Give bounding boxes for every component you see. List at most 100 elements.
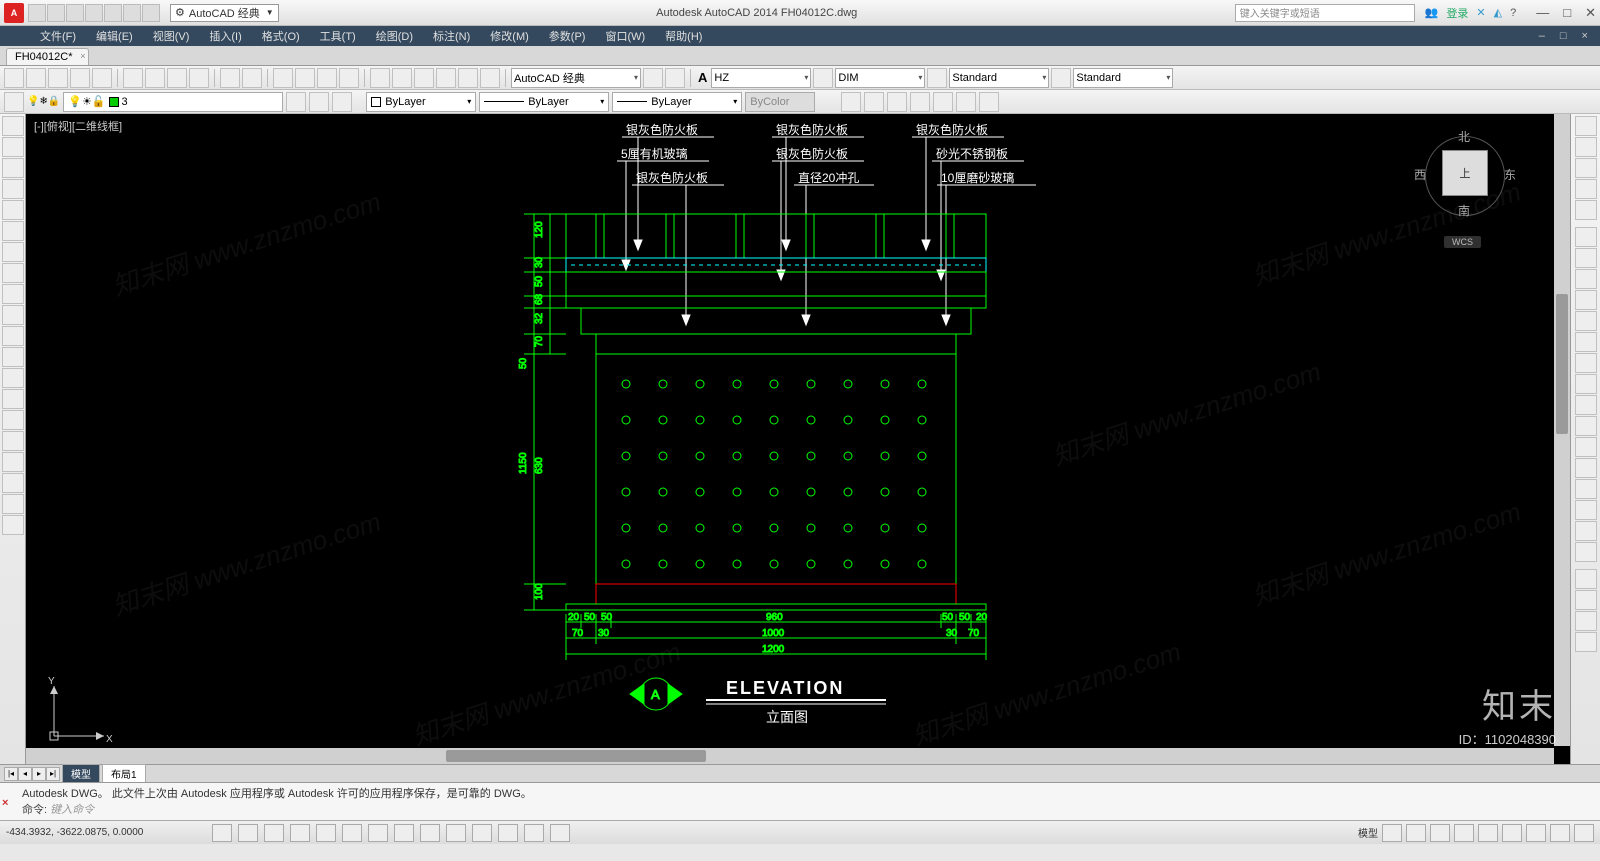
tool-hatch-icon[interactable]	[2, 410, 24, 430]
status-am-icon[interactable]	[550, 824, 570, 842]
view-tool-2-icon[interactable]	[864, 92, 884, 112]
nav-pan-icon[interactable]	[1575, 137, 1597, 157]
draworder-1-icon[interactable]	[1575, 569, 1597, 589]
mod-explode-icon[interactable]	[1575, 542, 1597, 562]
menu-file[interactable]: 文件(F)	[30, 28, 86, 44]
tool-insert-icon[interactable]	[2, 347, 24, 367]
command-line[interactable]: × Autodesk DWG。 此文件上次由 Autodesk 应用程序或 Au…	[0, 782, 1600, 820]
mleaderstyle-dropdown[interactable]: Standard▾	[1073, 68, 1173, 88]
view-tool-6-icon[interactable]	[956, 92, 976, 112]
tool-xline-icon[interactable]	[2, 137, 24, 157]
tab-layout1[interactable]: 布局1	[102, 764, 146, 783]
status-model-label[interactable]: 模型	[1358, 825, 1378, 840]
tab-nav-last-icon[interactable]: ▸|	[46, 767, 60, 781]
tool-circle-icon[interactable]	[2, 242, 24, 262]
tab-model[interactable]: 模型	[62, 764, 100, 783]
tool-rectangle-icon[interactable]	[2, 200, 24, 220]
mod-join-icon[interactable]	[1575, 479, 1597, 499]
dimstyle-dropdown[interactable]: DIM▾	[835, 68, 925, 88]
tab-nav-next-icon[interactable]: ▸	[32, 767, 46, 781]
menu-dimension[interactable]: 标注(N)	[423, 28, 480, 44]
window-minimize-button[interactable]: —	[1536, 5, 1549, 21]
mod-chamfer-icon[interactable]	[1575, 500, 1597, 520]
tool-sheetset-icon[interactable]	[436, 68, 456, 88]
tool-redo-icon[interactable]	[242, 68, 262, 88]
tool-ellipse-icon[interactable]	[2, 305, 24, 325]
tool-mtext-icon[interactable]	[2, 494, 24, 514]
tool-cut-icon[interactable]	[123, 68, 143, 88]
status-r5-icon[interactable]	[1502, 824, 1522, 842]
tool-addselected-icon[interactable]	[2, 515, 24, 535]
tool-zoom-icon[interactable]	[295, 68, 315, 88]
nav-fullnav-icon[interactable]	[1575, 116, 1597, 136]
qat-new-icon[interactable]	[28, 4, 46, 22]
tool-save-icon[interactable]	[48, 68, 68, 88]
status-r1-icon[interactable]	[1382, 824, 1402, 842]
document-tab[interactable]: FH04012C* ×	[6, 48, 89, 65]
ucs-icon[interactable]: X Y	[44, 676, 114, 746]
qat-save-icon[interactable]	[66, 4, 84, 22]
tab-nav-first-icon[interactable]: |◂	[4, 767, 18, 781]
tool-polygon-icon[interactable]	[2, 179, 24, 199]
status-3dosnap-icon[interactable]	[342, 824, 362, 842]
view-tool-4-icon[interactable]	[910, 92, 930, 112]
nav-orbit-icon[interactable]	[1575, 179, 1597, 199]
menu-draw[interactable]: 绘图(D)	[366, 28, 423, 44]
signin-button[interactable]: 登录	[1446, 5, 1468, 21]
viewcube-wcs[interactable]: WCS	[1444, 236, 1481, 248]
lineweight-dropdown[interactable]: ByLayer▾	[612, 92, 742, 112]
qat-open-icon[interactable]	[47, 4, 65, 22]
viewcube[interactable]: 北 南 西 东 上 WCS	[1410, 124, 1520, 254]
menu-insert[interactable]: 插入(I)	[199, 28, 251, 44]
nav-zoomext-icon[interactable]	[1575, 158, 1597, 178]
tool-spline-icon[interactable]	[2, 284, 24, 304]
status-dyn-icon[interactable]	[420, 824, 440, 842]
mod-trim-icon[interactable]	[1575, 416, 1597, 436]
view-tool-1-icon[interactable]	[841, 92, 861, 112]
status-sc-icon[interactable]	[524, 824, 544, 842]
tool-ws-save-icon[interactable]	[665, 68, 685, 88]
tool-markup-icon[interactable]	[458, 68, 478, 88]
layer-prev-icon[interactable]	[286, 92, 306, 112]
menu-window[interactable]: 窗口(W)	[595, 28, 655, 44]
tool-line-icon[interactable]	[2, 116, 24, 136]
status-cleanscreen-icon[interactable]	[1574, 824, 1594, 842]
tablestyle-dropdown[interactable]: Standard▾	[949, 68, 1049, 88]
menu-format[interactable]: 格式(O)	[252, 28, 310, 44]
mod-offset-icon[interactable]	[1575, 290, 1597, 310]
mod-break-icon[interactable]	[1575, 458, 1597, 478]
status-lwt-icon[interactable]	[446, 824, 466, 842]
nav-showmotion-icon[interactable]	[1575, 200, 1597, 220]
tool-zoomprev-icon[interactable]	[339, 68, 359, 88]
tab-nav-prev-icon[interactable]: ◂	[18, 767, 32, 781]
workspace-dropdown[interactable]: AutoCAD 经典▾	[511, 68, 641, 88]
layer-dropdown[interactable]: 💡☀🔓3	[63, 92, 283, 112]
status-snap-icon[interactable]	[212, 824, 232, 842]
draworder-4-icon[interactable]	[1575, 632, 1597, 652]
menu-modify[interactable]: 修改(M)	[480, 28, 539, 44]
tool-dcenter-icon[interactable]	[392, 68, 412, 88]
status-r4-icon[interactable]	[1478, 824, 1498, 842]
status-coords[interactable]: -434.3932, -3622.0875, 0.0000	[6, 827, 206, 838]
status-tpy-icon[interactable]	[472, 824, 492, 842]
tool-new-icon[interactable]	[4, 68, 24, 88]
help-icon[interactable]: ?	[1510, 7, 1516, 19]
tool-undo-icon[interactable]	[220, 68, 240, 88]
viewcube-east[interactable]: 东	[1504, 166, 1516, 183]
tool-toolpal-icon[interactable]	[414, 68, 434, 88]
view-tool-5-icon[interactable]	[933, 92, 953, 112]
mod-move-icon[interactable]	[1575, 332, 1597, 352]
layer-iso-icon[interactable]	[332, 92, 352, 112]
workspace-selector[interactable]: ⚙ AutoCAD 经典 ▼	[170, 4, 279, 22]
tool-ellipsearc-icon[interactable]	[2, 326, 24, 346]
mod-scale-icon[interactable]	[1575, 374, 1597, 394]
viewcube-west[interactable]: 西	[1414, 166, 1426, 183]
a360-icon[interactable]: 👥	[1425, 6, 1439, 19]
tool-point-icon[interactable]	[2, 389, 24, 409]
tool-gradient-icon[interactable]	[2, 431, 24, 451]
menu-edit[interactable]: 编辑(E)	[86, 28, 143, 44]
mod-copy-icon[interactable]	[1575, 248, 1597, 268]
view-tool-7-icon[interactable]	[979, 92, 999, 112]
mdi-buttons[interactable]: – □ ×	[1529, 30, 1600, 42]
tool-dimstyle-icon[interactable]	[813, 68, 833, 88]
